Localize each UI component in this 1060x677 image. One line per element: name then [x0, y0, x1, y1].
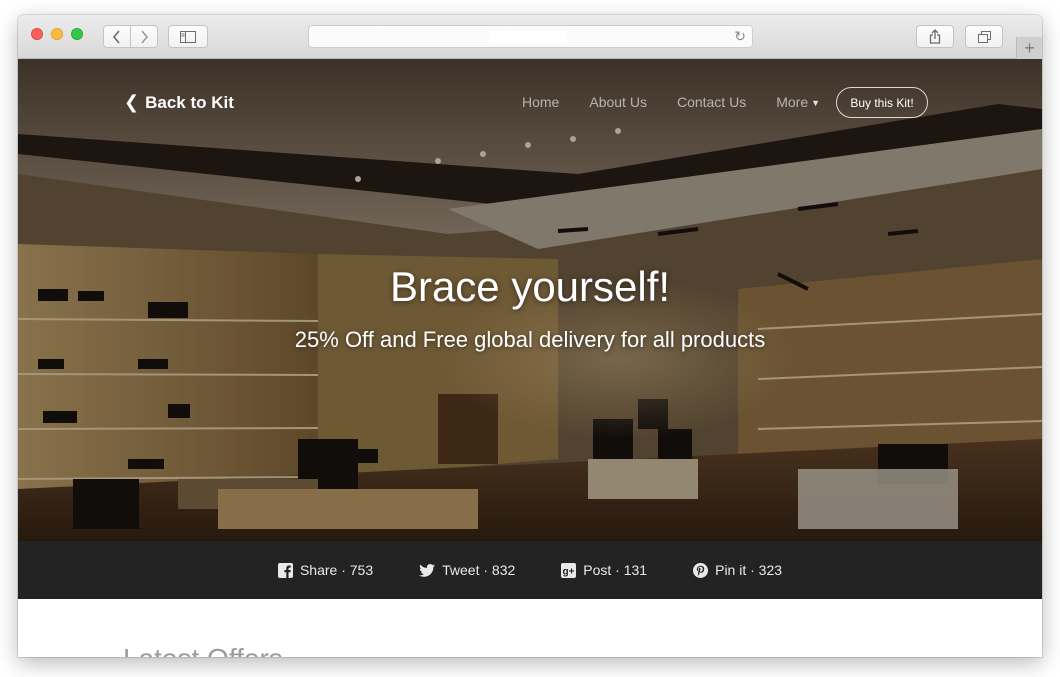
share-button[interactable]: [916, 25, 954, 48]
nav-item-more-label: More: [776, 94, 809, 110]
nav-item-home[interactable]: Home: [522, 94, 559, 110]
share-google-plus-label: Post · 131: [583, 562, 648, 578]
caret-down-icon: ▼: [811, 98, 821, 108]
browser-forward-button[interactable]: [130, 25, 158, 48]
address-text: [489, 29, 567, 44]
address-bar[interactable]: ↻: [308, 25, 753, 48]
minimize-window-button[interactable]: [51, 28, 63, 40]
main-nav: Home About Us Contact Us More ▼: [522, 94, 820, 110]
forward-icon: [141, 29, 149, 44]
facebook-icon: [277, 562, 293, 578]
browser-titlebar: ↻ +: [18, 15, 1042, 59]
hero-subtitle: 25% Off and Free global delivery for all…: [294, 327, 766, 352]
google-plus-icon: g+: [561, 562, 577, 578]
tabs-icon: [977, 30, 991, 43]
share-pinterest-button[interactable]: Pin it · 323: [693, 562, 782, 578]
hero-section: ❮ Back to Kit Home About Us Contact Us M…: [18, 59, 1042, 541]
reload-icon[interactable]: ↻: [734, 28, 746, 45]
svg-text:g+: g+: [563, 566, 575, 577]
back-icon: [112, 29, 120, 44]
nav-item-more[interactable]: More ▼: [776, 94, 820, 110]
pinterest-icon: [693, 562, 709, 578]
sidebar-icon: [180, 30, 196, 43]
nav-item-contact-us[interactable]: Contact Us: [677, 94, 746, 110]
share-facebook-button[interactable]: Share · 753: [277, 562, 374, 578]
browser-window: ↻ + ❮ Back to Kit Home About Us Contact …: [18, 15, 1042, 657]
nav-item-about-us[interactable]: About Us: [589, 94, 647, 110]
share-twitter-button[interactable]: Tweet · 832: [419, 562, 515, 578]
social-share-bar: Share · 753 Tweet · 832 g+ Post · 131 Pi…: [18, 541, 1042, 599]
latest-offers-heading: Latest Offers: [123, 643, 283, 657]
main-content: Latest Offers: [18, 599, 1042, 657]
back-to-kit-label: Back to Kit: [145, 92, 234, 112]
hero-title: Brace yourself!: [389, 263, 671, 310]
buy-kit-button[interactable]: Buy this Kit!: [836, 87, 928, 118]
close-window-button[interactable]: [31, 28, 43, 40]
chevron-left-icon: ❮: [124, 92, 140, 112]
show-tabs-button[interactable]: [965, 25, 1003, 48]
back-to-kit-link[interactable]: ❮ Back to Kit: [124, 92, 234, 113]
new-tab-icon[interactable]: +: [1016, 37, 1042, 59]
share-google-plus-button[interactable]: g+ Post · 131: [561, 562, 647, 578]
share-twitter-label: Tweet · 832: [442, 562, 516, 578]
share-facebook-label: Share · 753: [299, 562, 374, 578]
browser-back-button[interactable]: [103, 25, 131, 48]
twitter-icon: [419, 563, 436, 577]
zoom-window-button[interactable]: [71, 28, 83, 40]
share-pinterest-label: Pin it · 323: [715, 562, 783, 578]
share-icon: [929, 29, 941, 44]
sidebar-toggle-button[interactable]: [168, 25, 208, 48]
